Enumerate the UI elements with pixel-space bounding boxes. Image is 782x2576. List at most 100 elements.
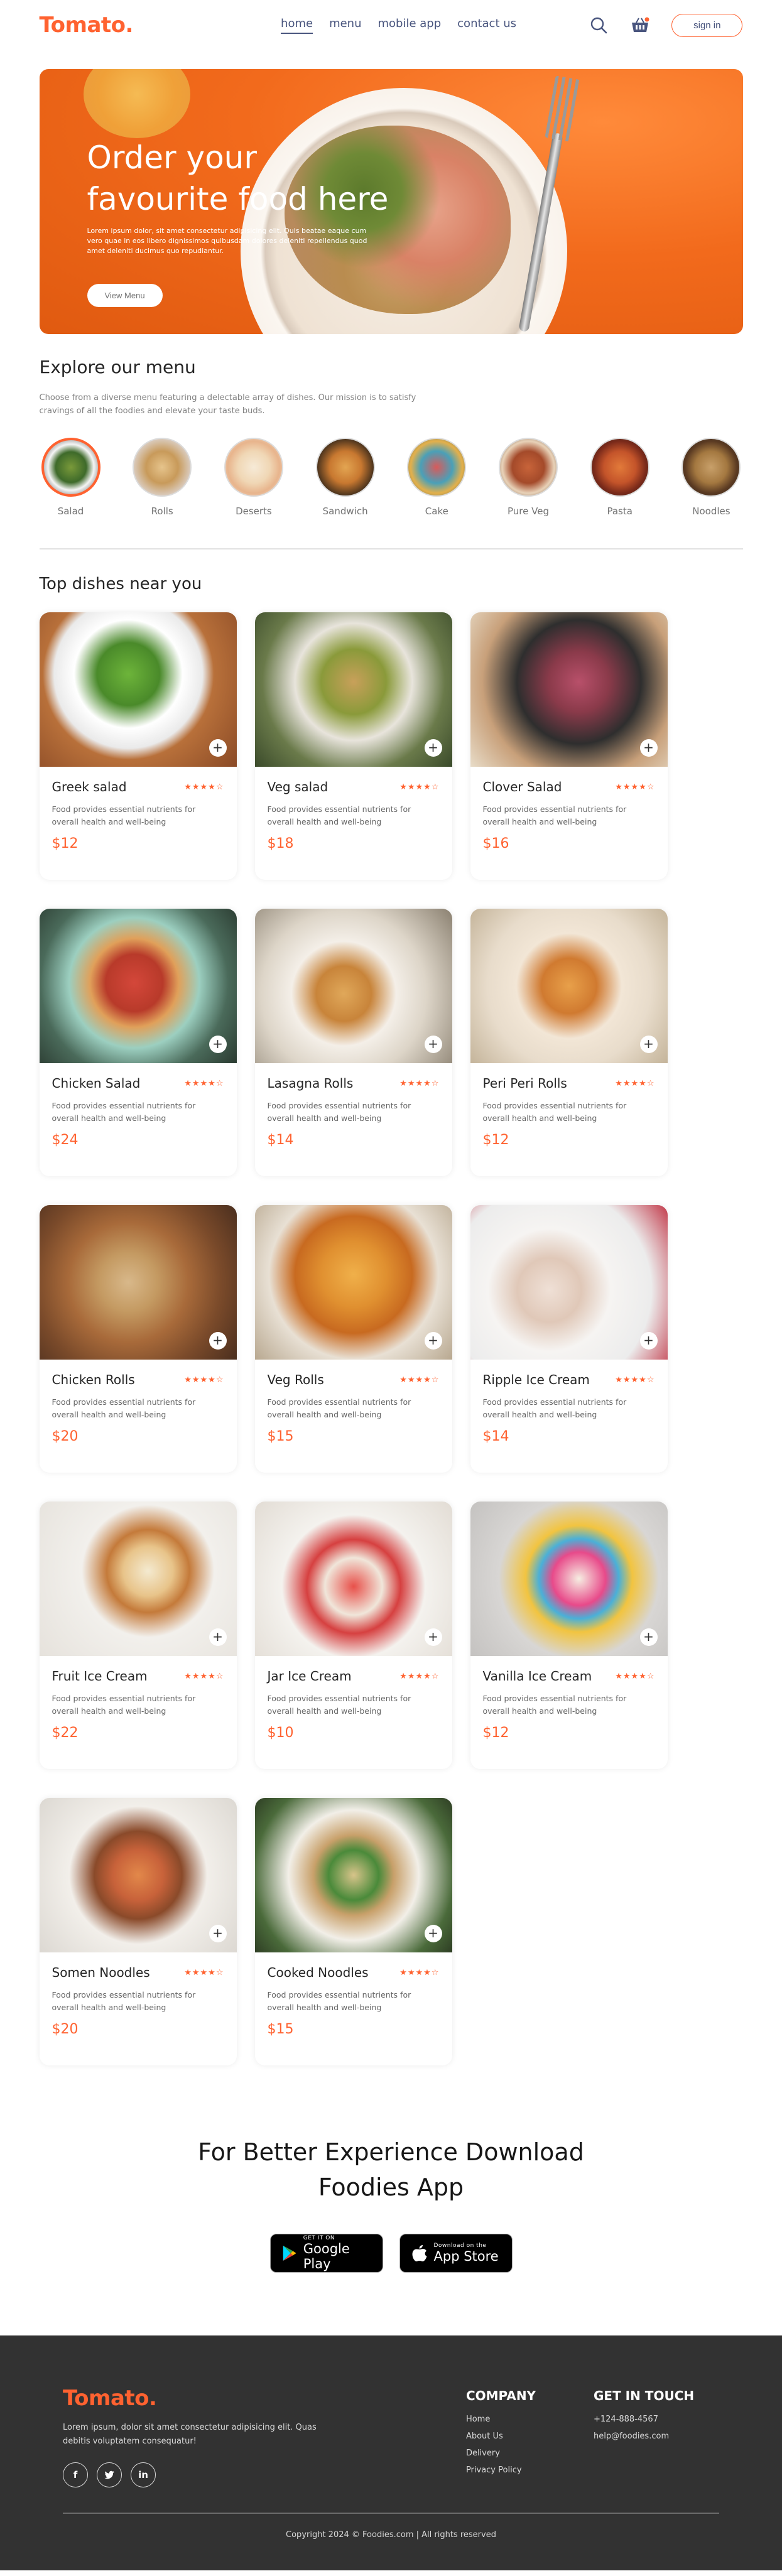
card-body: Greek salad ★★★★☆ Food provides essential… xyxy=(40,767,237,864)
food-card[interactable]: + Fruit Ice Cream ★★★★☆ Food provides ess… xyxy=(39,1502,237,1769)
rating-stars-icon: ★★★★☆ xyxy=(399,1375,440,1385)
clover-salad-image: + xyxy=(470,612,668,767)
menu-category-deserts[interactable]: Deserts xyxy=(222,438,285,517)
footer-link-delivery[interactable]: Delivery xyxy=(466,2449,536,2458)
logo[interactable]: Tomato. xyxy=(40,13,134,38)
app-store-button[interactable]: Download on the App Store xyxy=(399,2234,513,2273)
food-card[interactable]: + Peri Peri Rolls ★★★★☆ Food provides ess… xyxy=(470,909,668,1176)
footer-company: COMPANY Home About Us Delivery Privacy P… xyxy=(466,2386,536,2487)
rating-stars-icon: ★★★★☆ xyxy=(399,1671,440,1681)
food-card[interactable]: + Lasagna Rolls ★★★★☆ Food provides essen… xyxy=(254,909,452,1176)
nav-contact-us[interactable]: contact us xyxy=(457,17,516,34)
add-to-cart-button[interactable]: + xyxy=(424,739,442,757)
food-card[interactable]: + Cooked Noodles ★★★★☆ Food provides esse… xyxy=(254,1798,452,2065)
nav-actions: sign in xyxy=(589,13,743,37)
food-card[interactable]: + Jar Ice Cream ★★★★☆ Food provides essen… xyxy=(254,1502,452,1769)
footer-phone[interactable]: +124-888-4567 xyxy=(594,2415,719,2424)
company-heading: COMPANY xyxy=(465,2388,536,2403)
search-icon[interactable] xyxy=(589,15,609,35)
sandwich-image xyxy=(315,438,375,497)
rating-stars-icon: ★★★★☆ xyxy=(184,782,224,792)
food-description: Food provides essential nutrients for ov… xyxy=(52,1397,196,1419)
add-to-cart-button[interactable]: + xyxy=(424,1628,442,1646)
menu-category-salad[interactable]: Salad xyxy=(40,438,102,517)
footer-link-about[interactable]: About Us xyxy=(466,2432,536,2441)
add-to-cart-button[interactable]: + xyxy=(639,1036,658,1053)
food-price: $15 xyxy=(267,2021,294,2037)
food-card[interactable]: + Ripple Ice Cream ★★★★☆ Food provides es… xyxy=(470,1205,668,1473)
food-description: Food provides essential nutrients for ov… xyxy=(267,1397,411,1419)
menu-category-sandwich[interactable]: Sandwich xyxy=(314,438,377,517)
peri-peri-rolls-image: + xyxy=(470,909,668,1063)
card-body: Vanilla Ice Cream ★★★★☆ Food provides ess… xyxy=(470,1656,668,1753)
linkedin-icon[interactable]: in xyxy=(131,2462,156,2487)
food-name: Clover Salad xyxy=(482,779,562,794)
food-card[interactable]: + Veg salad ★★★★☆ Food provides essential… xyxy=(254,612,452,880)
food-description: Food provides essential nutrients for ov… xyxy=(482,804,627,826)
food-card[interactable]: + Somen Noodles ★★★★☆ Food provides essen… xyxy=(39,1798,237,2065)
add-to-cart-button[interactable]: + xyxy=(209,1925,227,1942)
food-card[interactable]: + Chicken Rolls ★★★★☆ Food provides essen… xyxy=(39,1205,237,1473)
view-menu-button[interactable]: View Menu xyxy=(87,284,163,307)
food-card[interactable]: + Veg Rolls ★★★★☆ Food provides essential… xyxy=(254,1205,452,1473)
chicken-salad-image: + xyxy=(39,909,237,1063)
add-to-cart-button[interactable]: + xyxy=(639,1628,658,1646)
food-card[interactable]: + Greek salad ★★★★☆ Food provides essenti… xyxy=(39,612,237,880)
footer-divider xyxy=(63,2513,719,2514)
vanilla-ice-cream-image: + xyxy=(470,1502,668,1656)
nav-home[interactable]: home xyxy=(281,17,313,34)
food-price: $20 xyxy=(52,2021,79,2037)
menu-category-rolls[interactable]: Rolls xyxy=(131,438,193,517)
food-name: Greek salad xyxy=(52,779,127,794)
food-price: $15 xyxy=(267,1429,294,1444)
food-price: $18 xyxy=(267,836,294,852)
card-body: Veg salad ★★★★☆ Food provides essential n… xyxy=(255,767,452,864)
food-price: $20 xyxy=(52,1429,79,1444)
footer-link-privacy[interactable]: Privacy Policy xyxy=(466,2465,536,2475)
menu-category-noodles[interactable]: Noodles xyxy=(680,438,742,517)
noodles-image xyxy=(682,438,741,497)
nav-mobile-app[interactable]: mobile app xyxy=(378,17,442,34)
food-price: $24 xyxy=(52,1132,79,1148)
twitter-icon[interactable] xyxy=(97,2462,122,2487)
add-to-cart-button[interactable]: + xyxy=(424,1036,442,1053)
menu-category-cake[interactable]: Cake xyxy=(405,438,468,517)
food-name: Veg salad xyxy=(267,779,329,794)
somen-noodles-image: + xyxy=(39,1798,237,1952)
google-play-button[interactable]: GET IT ON Google Play xyxy=(269,2234,383,2273)
basket-icon[interactable] xyxy=(630,15,650,35)
footer-link-home[interactable]: Home xyxy=(466,2415,536,2424)
rating-stars-icon: ★★★★☆ xyxy=(399,1967,440,1978)
food-description: Food provides essential nutrients for ov… xyxy=(52,1990,196,2012)
food-card[interactable]: + Chicken Salad ★★★★☆ Food provides essen… xyxy=(39,909,237,1176)
menu-category-pasta[interactable]: Pasta xyxy=(589,438,651,517)
deserts-image xyxy=(224,438,283,497)
add-to-cart-button[interactable]: + xyxy=(209,1036,227,1053)
sign-in-button[interactable]: sign in xyxy=(671,13,743,37)
add-to-cart-button[interactable]: + xyxy=(639,1332,658,1350)
nav-menu[interactable]: menu xyxy=(329,17,361,34)
add-to-cart-button[interactable]: + xyxy=(424,1925,442,1942)
section-divider xyxy=(39,548,743,549)
footer-logo[interactable]: Tomato. xyxy=(63,2386,333,2411)
add-to-cart-button[interactable]: + xyxy=(424,1332,442,1350)
food-description: Food provides essential nutrients for ov… xyxy=(267,1101,411,1123)
menu-category-pure-veg[interactable]: Pure Veg xyxy=(497,438,560,517)
lemon-image xyxy=(83,69,190,138)
footer-email[interactable]: help@foodies.com xyxy=(594,2432,719,2441)
facebook-icon[interactable]: f xyxy=(63,2462,88,2487)
add-to-cart-button[interactable]: + xyxy=(209,1332,227,1350)
add-to-cart-button[interactable]: + xyxy=(639,739,658,757)
fruit-ice-cream-image: + xyxy=(39,1502,237,1656)
food-name: Fruit Ice Cream xyxy=(52,1669,148,1684)
salad-image xyxy=(41,438,100,497)
food-description: Food provides essential nutrients for ov… xyxy=(52,1694,196,1716)
food-card[interactable]: + Clover Salad ★★★★☆ Food provides essent… xyxy=(470,612,668,880)
hero-banner: Order your favourite food here Lorem ipsu… xyxy=(39,69,743,334)
add-to-cart-button[interactable]: + xyxy=(209,739,227,757)
add-to-cart-button[interactable]: + xyxy=(209,1628,227,1646)
food-name: Ripple Ice Cream xyxy=(482,1372,590,1387)
food-card[interactable]: + Vanilla Ice Cream ★★★★☆ Food provides e… xyxy=(470,1502,668,1769)
social-links: f in xyxy=(63,2462,333,2487)
food-price: $12 xyxy=(52,836,79,852)
